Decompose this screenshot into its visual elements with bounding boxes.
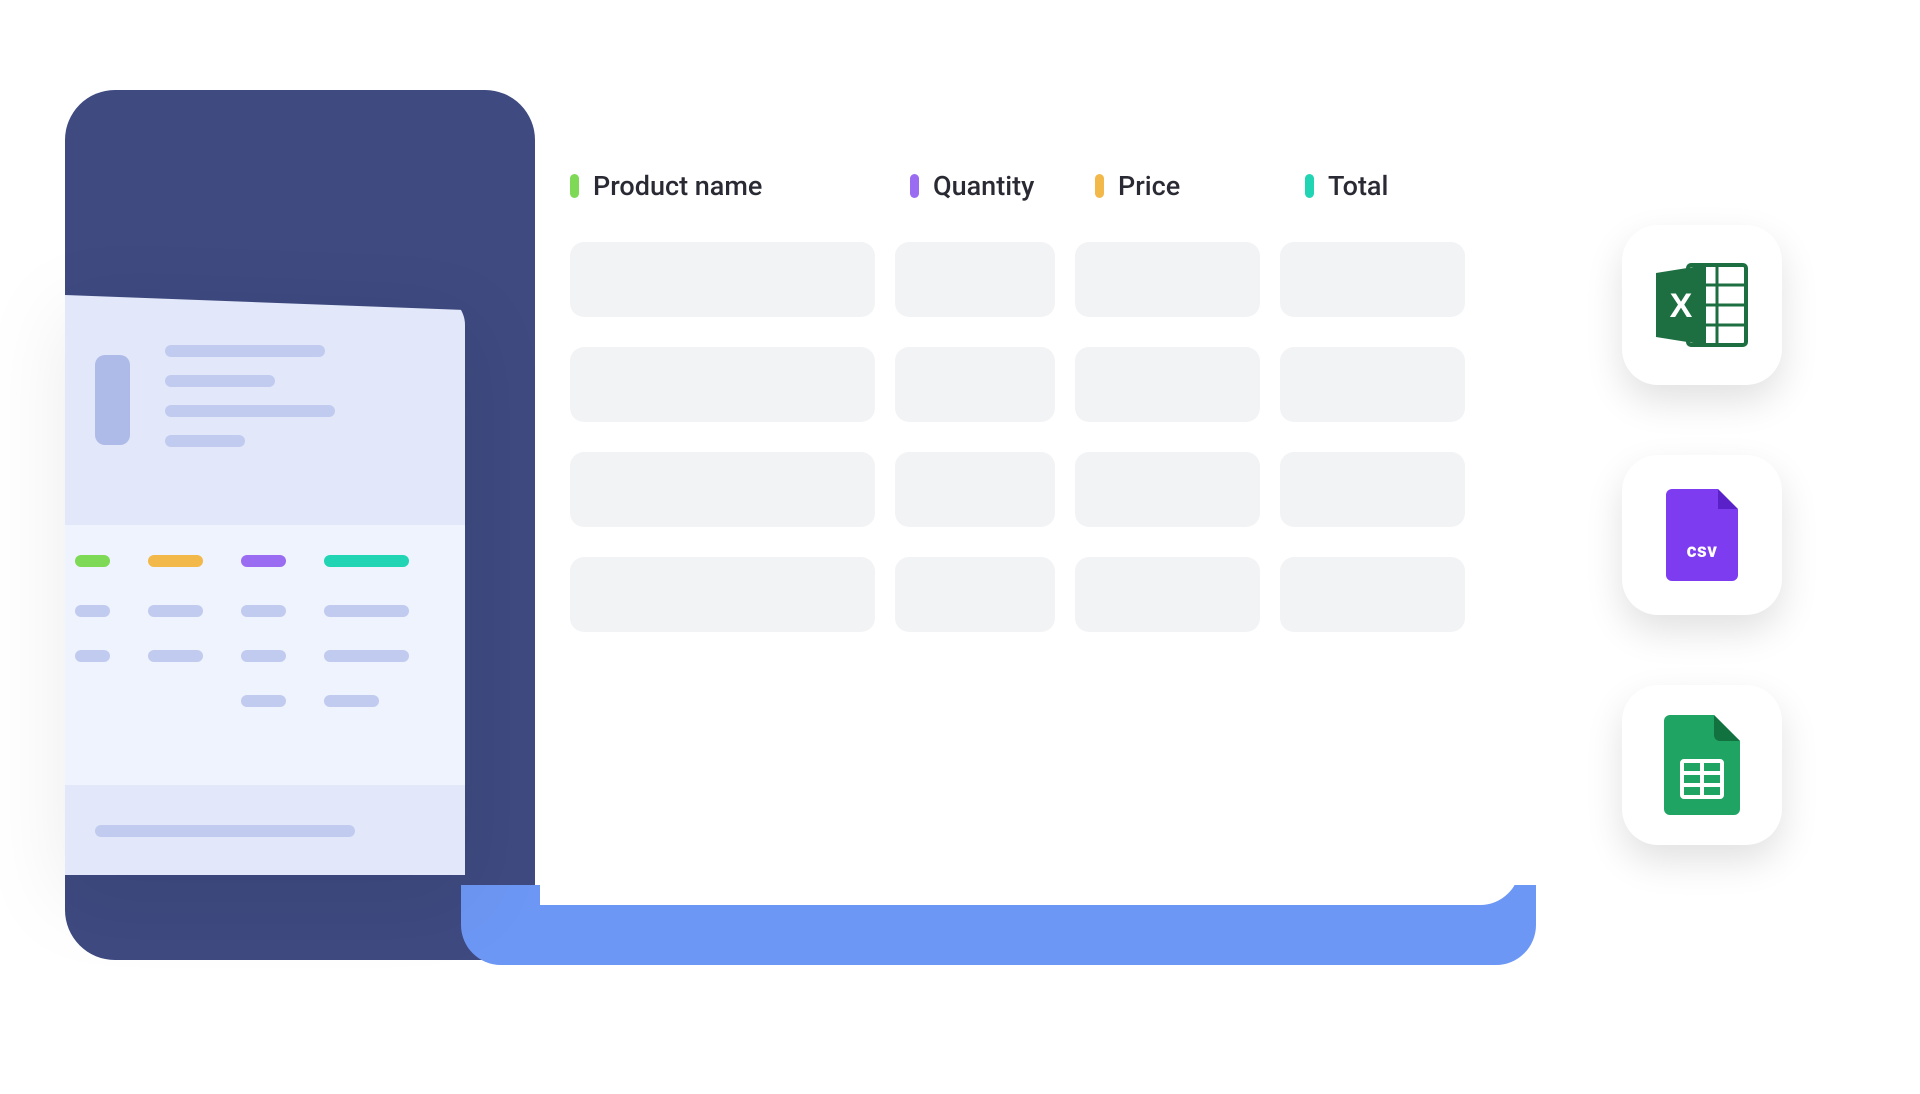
column-marker-icon: [1095, 174, 1104, 198]
table-row: [570, 452, 1510, 527]
column-marker-icon: [910, 174, 919, 198]
column-header-product: Product name: [570, 170, 910, 202]
table-row: [570, 557, 1510, 632]
cell-quantity[interactable]: [895, 347, 1055, 422]
document-row: [75, 650, 409, 662]
export-options: X csv: [1622, 225, 1782, 845]
document-header-panel: [65, 295, 465, 525]
extracted-table: Product name Quantity Price Total: [570, 170, 1510, 632]
column-label: Total: [1328, 170, 1388, 202]
column-label: Price: [1118, 170, 1180, 202]
export-csv-button[interactable]: csv: [1622, 455, 1782, 615]
excel-icon: X: [1652, 261, 1752, 349]
source-document: [65, 295, 465, 875]
svg-text:X: X: [1670, 287, 1693, 325]
document-footer-line: [95, 825, 355, 837]
cell-total[interactable]: [1280, 347, 1465, 422]
document-body-panel: [65, 525, 465, 785]
cell-total[interactable]: [1280, 557, 1465, 632]
document-header-lines: [165, 345, 335, 465]
table-body: [570, 242, 1510, 632]
google-sheets-icon: [1664, 715, 1740, 815]
column-marker-icon: [570, 174, 579, 198]
document-row: [75, 605, 409, 617]
document-row: [75, 695, 379, 707]
cell-price[interactable]: [1075, 242, 1260, 317]
csv-icon: csv: [1666, 489, 1738, 581]
export-excel-button[interactable]: X: [1622, 225, 1782, 385]
column-header-price: Price: [1095, 170, 1305, 202]
document-footer-panel: [65, 785, 465, 875]
cell-price[interactable]: [1075, 557, 1260, 632]
cell-quantity[interactable]: [895, 557, 1055, 632]
cell-quantity[interactable]: [895, 242, 1055, 317]
cell-price[interactable]: [1075, 347, 1260, 422]
table-row: [570, 347, 1510, 422]
export-sheets-button[interactable]: [1622, 685, 1782, 845]
cell-quantity[interactable]: [895, 452, 1055, 527]
csv-icon-label: csv: [1666, 539, 1738, 562]
table-row: [570, 242, 1510, 317]
cell-product[interactable]: [570, 347, 875, 422]
table-header-row: Product name Quantity Price Total: [570, 170, 1510, 202]
document-column-markers: [65, 555, 409, 567]
cell-total[interactable]: [1280, 452, 1465, 527]
column-marker-icon: [1305, 174, 1314, 198]
column-label: Quantity: [933, 170, 1034, 202]
cell-product[interactable]: [570, 557, 875, 632]
column-header-quantity: Quantity: [910, 170, 1095, 202]
document-thumbnail-placeholder: [95, 355, 130, 445]
column-header-total: Total: [1305, 170, 1500, 202]
cell-product[interactable]: [570, 242, 875, 317]
cell-total[interactable]: [1280, 242, 1465, 317]
cell-price[interactable]: [1075, 452, 1260, 527]
column-label: Product name: [593, 170, 762, 202]
cell-product[interactable]: [570, 452, 875, 527]
